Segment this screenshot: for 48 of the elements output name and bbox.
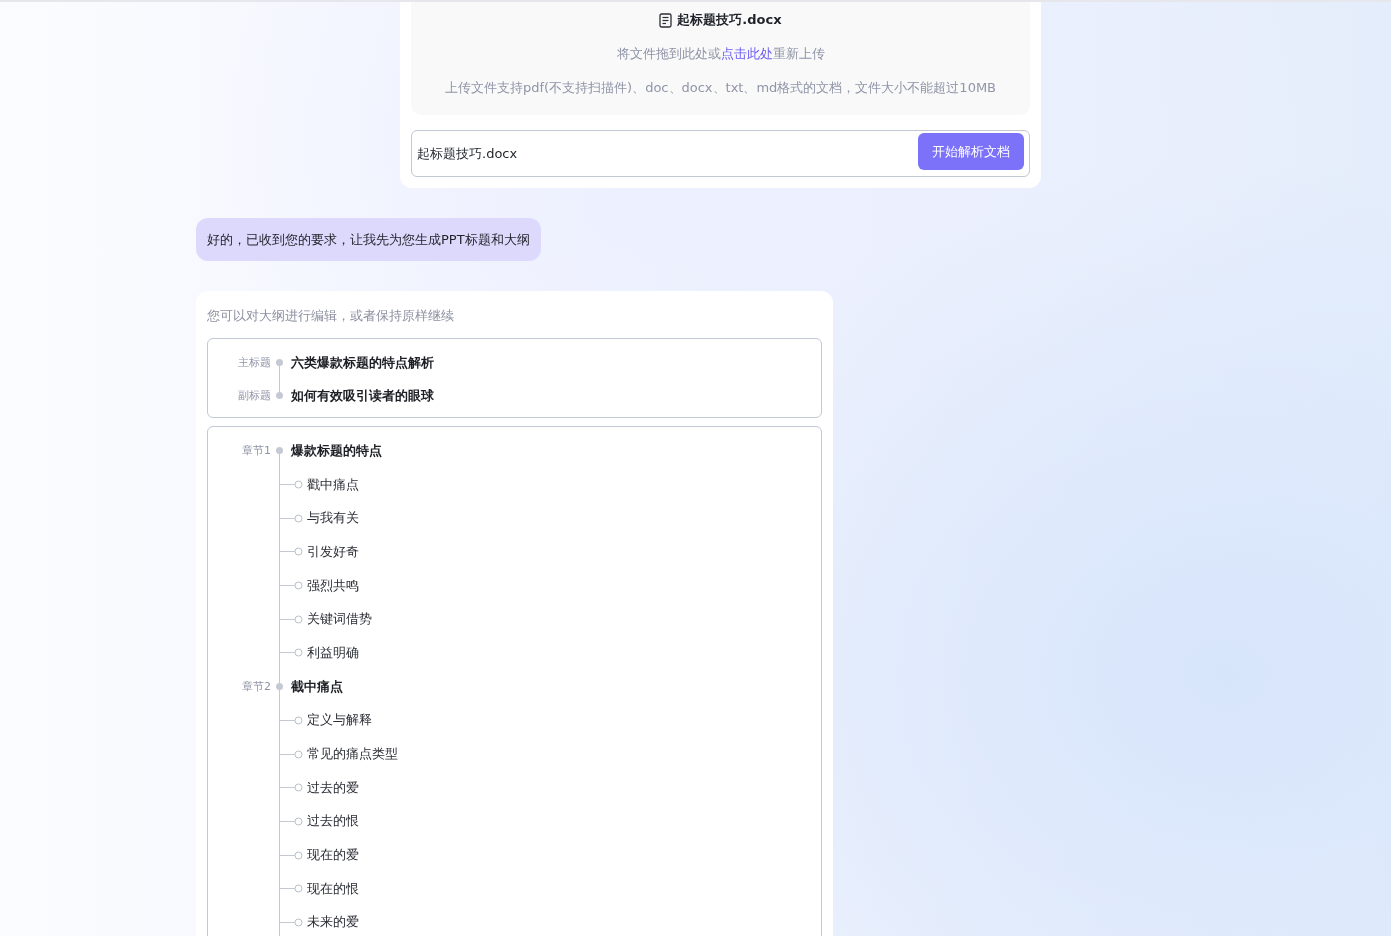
section-title-text: 现在的爱 [307, 846, 359, 865]
node-dot-icon [276, 392, 283, 399]
tree-branch-icon [279, 581, 303, 591]
title-level-label: 主标题 [237, 355, 271, 370]
upload-instruction-text: 将文件拖到此处或点击此处重新上传 [616, 45, 825, 63]
tree-branch-icon [279, 917, 303, 927]
section-title-text: 常见的痛点类型 [307, 745, 398, 764]
upload-format-hint: 上传文件支持pdf(不支持扫描件)、doc、docx、txt、md格式的文档，文件大小不能超过10MB [444, 79, 997, 97]
section-title-text: 关键词借势 [307, 610, 372, 629]
section-title-text: 过去的恨 [307, 812, 359, 831]
node-dot-icon [276, 447, 283, 455]
tree-branch-icon [279, 816, 303, 826]
file-name-text: 起标题技巧.docx [677, 11, 782, 29]
tree-branch-icon [279, 614, 303, 624]
chapter-label: 章节1 [241, 443, 271, 459]
section-title-text: 现在的恨 [307, 879, 359, 898]
file-drop-zone[interactable]: 起标题技巧.docx 将文件拖到此处或点击此处重新上传 上传文件支持pdf(不支持扫描件)、doc、docx、txt、md格式的文档，文件大小不能超过10MB [411, 2, 1030, 115]
chapter-title-text: 爆款标题的特点 [291, 441, 382, 460]
section-title-text: 过去的爱 [307, 778, 359, 797]
tree-branch-icon [279, 749, 303, 759]
chapter-label: 章节2 [241, 679, 271, 695]
reupload-link[interactable]: 点击此处 [720, 46, 773, 61]
section-title-text: 戳中痛点 [307, 475, 359, 494]
tree-branch-icon [279, 480, 303, 490]
chapter-title-text: 截中痛点 [291, 677, 343, 696]
document-icon [659, 12, 673, 28]
tree-branch-icon [279, 547, 303, 557]
tree-branch-icon [279, 783, 303, 793]
tree-branch-icon [279, 513, 303, 523]
section-title-text: 利益明确 [307, 643, 359, 662]
outline-title-text: 如何有效吸引读者的眼球 [291, 386, 434, 405]
tree-branch-icon [279, 715, 303, 725]
tree-branch-icon [279, 884, 303, 894]
node-dot-icon [276, 683, 283, 691]
tree-branch-icon [279, 648, 303, 658]
outline-title-text: 六类爆款标题的特点解析 [291, 353, 434, 372]
section-title-text: 定义与解释 [307, 711, 372, 730]
assistant-message-bubble: 好的，已收到您的要求，让我先为您生成PPT标题和大纲 [196, 218, 541, 261]
section-title-text: 与我有关 [307, 509, 359, 528]
section-title-text: 强烈共鸣 [307, 576, 359, 595]
node-dot-icon [276, 359, 283, 366]
section-title-text: 未来的爱 [307, 913, 359, 932]
tree-branch-icon [279, 850, 303, 860]
section-title-text: 引发好奇 [307, 542, 359, 561]
title-level-label: 副标题 [237, 388, 271, 403]
file-name-field[interactable]: 起标题技巧.docx 开始解析文档 [411, 130, 1030, 177]
outline-edit-hint: 您可以对大纲进行编辑，或者保持原样继续 [207, 307, 455, 325]
parse-document-button[interactable]: 开始解析文档 [918, 133, 1024, 170]
